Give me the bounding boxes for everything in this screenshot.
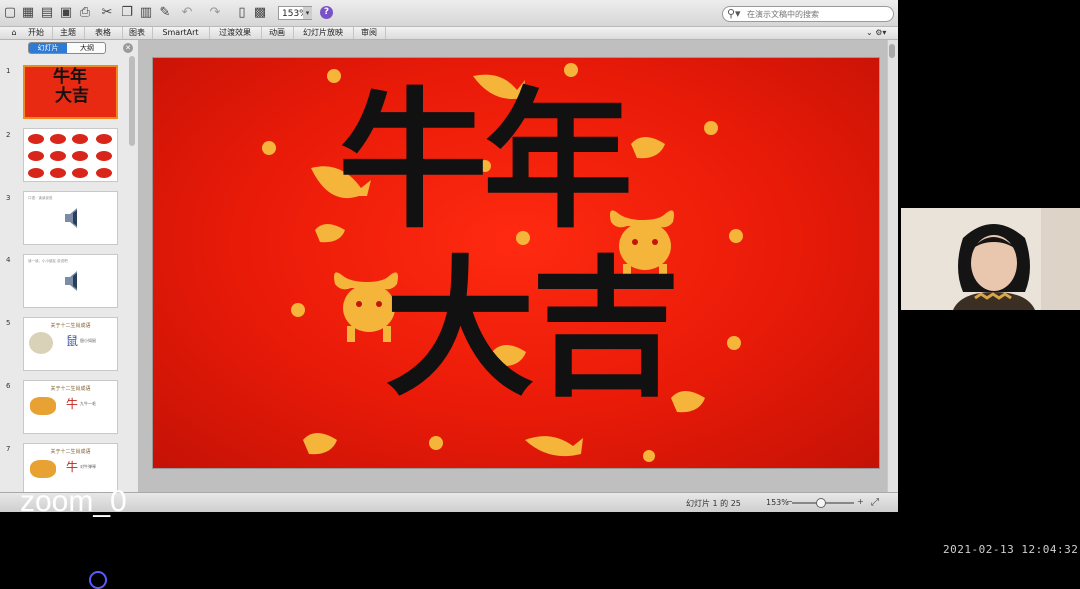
slide-number: 1: [6, 67, 11, 75]
slideshow-icon[interactable]: ▩: [252, 5, 268, 20]
save-icon[interactable]: ▣: [58, 5, 74, 20]
thumb-title-line1: 牛年: [53, 67, 87, 87]
cursor-ring-icon: [89, 571, 107, 589]
thumb-zodiac-char: 牛: [66, 460, 79, 474]
ribbon-options-icon[interactable]: ⌄ ⚙▾: [866, 28, 886, 38]
current-slide[interactable]: 牛 年 大 吉: [153, 58, 879, 468]
format-icon[interactable]: ✎: [157, 5, 173, 20]
thumb-idiom: 九牛一毛: [80, 401, 96, 406]
slide-number: 2: [6, 131, 11, 139]
paste-icon[interactable]: ▥: [138, 5, 154, 20]
slide-counter: 幻灯片 1 的 25: [686, 499, 741, 508]
fit-to-window-icon[interactable]: ⤢: [871, 497, 879, 508]
slide-number: 6: [6, 382, 11, 390]
tab-slideshow[interactable]: 幻灯片放映: [293, 27, 354, 39]
calligraphy-char-year: 年: [483, 73, 634, 249]
slide-thumbnail-5[interactable]: 关于十二生肖成语 鼠 胆小如鼠: [23, 317, 118, 371]
slide-thumbnail-4[interactable]: 读一读，小小朋友 说说吧: [23, 254, 118, 308]
thumb-title: 关于十二生肖成语: [50, 323, 91, 329]
thumb-idiom: 胆小如鼠: [80, 338, 96, 343]
help-icon[interactable]: ?: [320, 6, 333, 19]
slide-layout-icon[interactable]: ▯: [234, 5, 250, 20]
speaker-icon: [65, 208, 77, 228]
slide-number: 3: [6, 194, 11, 202]
thumb-zodiac-char: 鼠: [66, 334, 79, 348]
tab-transitions[interactable]: 过渡效果: [209, 27, 262, 39]
search-icon[interactable]: ⚲▾: [727, 7, 741, 21]
thumb-title: 关于十二生肖成语: [50, 386, 91, 392]
zoom-slider-knob[interactable]: [816, 498, 826, 508]
participant-name: zoom_0: [20, 485, 127, 518]
slide-number: 4: [6, 256, 11, 264]
zoom-in-icon[interactable]: +: [857, 497, 864, 506]
slide-navigation-pane: 幻灯片 大纲 ✕ 1 牛年 大吉 2 3 口语 · 读读说说 4 读一读，小小朋…: [0, 40, 139, 492]
thumb-title-line2: 大吉: [55, 86, 89, 106]
home-icon[interactable]: ⌂: [10, 27, 18, 39]
slide-thumbnail-2[interactable]: [23, 128, 118, 182]
slide-number: 7: [6, 445, 11, 453]
search-input[interactable]: [747, 8, 887, 20]
powerpoint-window: ▢ ▦ ▤ ▣ ⎙ ✂ ❐ ▥ ✎ ↶ ↷ ▯ ▩ 153% ▾ ? ⚲▾ ⌂ …: [0, 0, 898, 512]
calligraphy-char-lucky: 吉: [531, 241, 682, 417]
ribbon-tabs: ⌂ 开始 主题 表格 图表 SmartArt 过渡效果 动画 幻灯片放映 审阅 …: [0, 27, 898, 40]
pane-view-switch: 幻灯片 大纲: [28, 42, 106, 54]
redo-icon[interactable]: ↷: [207, 5, 223, 20]
thumb-title: 关于十二生肖成语: [50, 449, 91, 455]
zoom-dropdown-icon[interactable]: ▾: [303, 7, 312, 19]
slide-thumbnail-3[interactable]: 口语 · 读读说说: [23, 191, 118, 245]
tab-smartart[interactable]: SmartArt: [152, 27, 210, 39]
search-box[interactable]: ⚲▾: [722, 6, 894, 22]
slide-thumbnails: 1 牛年 大吉 2 3 口语 · 读读说说 4 读一读，小小朋友 说说吧 5 关…: [0, 60, 126, 492]
undo-icon[interactable]: ↶: [179, 5, 195, 20]
cut-icon[interactable]: ✂: [99, 5, 115, 20]
slides-view-button[interactable]: 幻灯片: [29, 43, 67, 53]
open-icon[interactable]: ▤: [39, 5, 55, 20]
close-icon[interactable]: ✕: [123, 43, 133, 53]
slide-thumbnail-6[interactable]: 关于十二生肖成语 牛 九牛一毛: [23, 380, 118, 434]
thumb-zodiac-char: 牛: [66, 397, 79, 411]
tab-tables[interactable]: 表格: [84, 27, 123, 39]
thumb-caption: 读一读，小小朋友 说说吧: [28, 259, 68, 263]
tab-animations[interactable]: 动画: [261, 27, 294, 39]
rat-illustration: [29, 332, 53, 354]
tab-themes[interactable]: 主题: [52, 27, 85, 39]
presenter-video-icon: [901, 208, 1080, 310]
standard-toolbar: ▢ ▦ ▤ ▣ ⎙ ✂ ❐ ▥ ✎ ↶ ↷ ▯ ▩ 153% ▾ ? ⚲▾: [0, 0, 898, 27]
ox-illustration: [30, 460, 56, 478]
calligraphy-char-big: 大: [385, 241, 536, 417]
main-scrollbar[interactable]: [887, 40, 898, 492]
ox-illustration: [30, 397, 56, 415]
new-icon[interactable]: ▢: [2, 5, 18, 20]
copy-icon[interactable]: ❐: [119, 5, 135, 20]
status-bar: 幻灯片 1 的 25 153% − + ⤢: [0, 492, 898, 512]
outline-view-button[interactable]: 大纲: [68, 43, 105, 53]
slide-thumbnail-1[interactable]: 牛年 大吉: [23, 65, 118, 119]
speaker-icon: [65, 271, 77, 291]
tab-review[interactable]: 审阅: [353, 27, 386, 39]
gallery-icon[interactable]: ▦: [20, 5, 36, 20]
thumb-idiom: 对牛弹琴: [80, 464, 96, 469]
webcam-video-tile: [901, 208, 1080, 310]
thumb-caption: 口语 · 读读说说: [28, 196, 53, 200]
slide-number: 5: [6, 319, 11, 327]
main-scrollbar-thumb[interactable]: [889, 44, 895, 58]
oxen-papercut-grid-icon: [28, 134, 112, 178]
print-icon[interactable]: ⎙: [77, 5, 93, 20]
tab-charts[interactable]: 图表: [122, 27, 153, 39]
pane-scrollbar[interactable]: [129, 56, 135, 146]
tab-home[interactable]: 开始: [20, 27, 53, 39]
calligraphy-char-ox: 牛: [338, 73, 489, 249]
recording-timestamp: 2021-02-13 12:04:32: [943, 543, 1079, 556]
